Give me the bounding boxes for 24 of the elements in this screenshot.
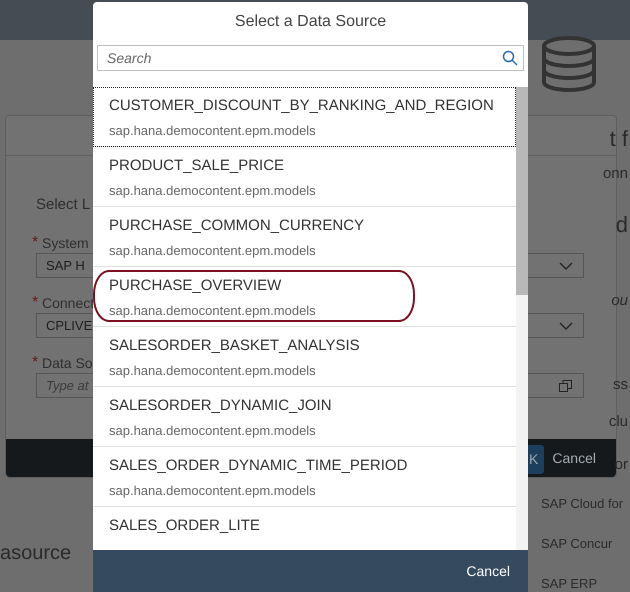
background-text: ss <box>613 375 628 395</box>
cancel-button[interactable]: Cancel <box>460 560 516 582</box>
field-label: Connect <box>42 294 94 313</box>
dialog-title: Select a Data Source <box>234 12 388 32</box>
background-text: t f <box>610 125 628 153</box>
scrollbar[interactable] <box>516 87 528 550</box>
field-label: System <box>42 234 89 253</box>
list-item[interactable]: PURCHASE_OVERVIEW sap.hana.democontent.epm.models <box>93 267 516 327</box>
background-text: d <box>616 211 628 239</box>
search-icon[interactable] <box>502 50 518 66</box>
dialog-button[interactable]: Cancel <box>546 446 602 470</box>
value-help-icon <box>558 378 574 394</box>
field-label: Data So <box>42 354 93 373</box>
background-text: ou <box>611 291 628 311</box>
background-text: onn <box>602 164 628 184</box>
database-icon <box>541 36 597 92</box>
background-text: asource <box>0 541 72 566</box>
required-mark: * <box>32 233 38 253</box>
section-title: Select L <box>36 195 90 215</box>
required-mark: * <box>32 353 38 373</box>
search-field[interactable]: Search <box>97 45 524 71</box>
background-text: clu <box>608 412 628 432</box>
required-mark: * <box>32 293 38 313</box>
list-item[interactable]: CUSTOMER_DISCOUNT_BY_RANKING_AND_REGION sap.hana.democontent.epm.models <box>93 87 516 147</box>
